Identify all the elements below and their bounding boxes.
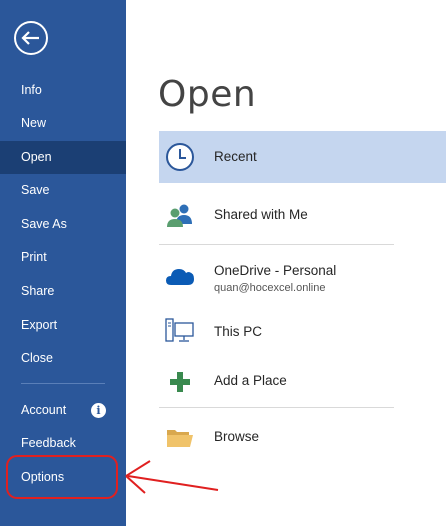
location-this-pc[interactable]: This PC (159, 309, 446, 355)
folder-icon (167, 430, 193, 447)
nav-close[interactable]: Close (0, 342, 126, 375)
nav-save[interactable]: Save (0, 174, 126, 207)
location-label: Add a Place (214, 373, 287, 388)
sidebar-divider (21, 383, 105, 384)
location-label: Shared with Me (214, 207, 308, 222)
nav-open[interactable]: Open (0, 141, 126, 174)
location-label: Recent (214, 149, 257, 164)
location-separator (159, 244, 394, 245)
nav-share[interactable]: Share (0, 275, 126, 308)
location-onedrive[interactable]: OneDrive - Personal quan@hocexcel.online (159, 252, 446, 302)
location-shared[interactable]: Shared with Me (159, 190, 446, 240)
back-arrow-icon[interactable] (13, 20, 49, 56)
nav-new[interactable]: New (0, 107, 126, 140)
plus-icon (170, 372, 190, 392)
people-icon (167, 204, 192, 227)
nav-info[interactable]: Info (0, 74, 126, 107)
nav-export[interactable]: Export (0, 309, 126, 342)
nav-feedback[interactable]: Feedback (0, 427, 126, 460)
account-email: quan@hocexcel.online (214, 282, 326, 294)
location-label: This PC (214, 324, 263, 339)
computer-icon (165, 318, 194, 342)
location-label: OneDrive - Personal (214, 263, 337, 278)
location-separator (159, 407, 394, 408)
info-icon: i (91, 403, 106, 418)
nav-print[interactable]: Print (0, 241, 126, 274)
backstage-sidebar: Info New Open Save Save As Print Share E… (0, 0, 126, 526)
page-title: Open (158, 74, 257, 115)
nav-account[interactable]: Account (0, 394, 126, 427)
location-add-place[interactable]: Add a Place (159, 361, 446, 403)
location-browse[interactable]: Browse (159, 414, 446, 460)
location-label: Browse (214, 429, 260, 444)
nav-options[interactable]: Options (0, 461, 126, 494)
cloud-icon (166, 269, 194, 285)
clock-icon (166, 143, 194, 171)
location-recent[interactable]: Recent (159, 131, 446, 183)
nav-save-as[interactable]: Save As (0, 208, 126, 241)
